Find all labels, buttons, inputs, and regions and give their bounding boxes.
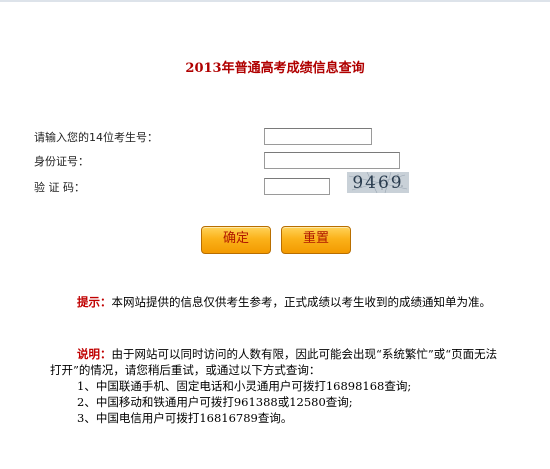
exam-number-label: 请输入您的14位考生号： [34, 131, 158, 144]
list-item: 2、中国移动和铁通用户可拨打961388或12580查询; [77, 395, 353, 409]
list-item: 1、中国联通手机、固定电话和小灵通用户可拨打16898168查询; [77, 379, 412, 393]
reset-button[interactable]: 重置 [281, 226, 351, 254]
captcha-code-text: 9469 [352, 173, 404, 193]
verify-code-label: 验 证 码： [34, 181, 85, 194]
contact-list: 1、中国联通手机、固定电话和小灵通用户可拨打16898168查询; 2、中国移动… [77, 378, 507, 426]
explain-paragraph: 说明：由于网站可以同时访问的人数有限，因此可能会出现“系统繁忙”或“页面无法打开… [50, 346, 500, 378]
explain-label: 说明： [77, 347, 112, 361]
verify-code-input[interactable] [264, 178, 330, 195]
submit-button[interactable]: 确定 [201, 226, 271, 254]
exam-number-input[interactable] [264, 128, 372, 145]
tip-text: 本网站提供的信息仅供考生参考，正式成绩以考生收到的成绩通知单为准。 [111, 295, 492, 309]
id-number-input[interactable] [264, 152, 400, 169]
tip-paragraph: 提示：本网站提供的信息仅供考生参考，正式成绩以考生收到的成绩通知单为准。 [50, 294, 500, 310]
top-border-line [0, 0, 550, 2]
captcha-image[interactable]: 9469 [347, 172, 409, 193]
id-number-label: 身份证号： [34, 155, 89, 168]
page-title: 2013年普通高考成绩信息查询 [185, 61, 365, 76]
explain-text: 由于网站可以同时访问的人数有限，因此可能会出现“系统繁忙”或“页面无法打开”的情… [50, 347, 498, 377]
tip-label: 提示： [77, 295, 112, 309]
list-item: 3、中国电信用户可拨打16816789查询。 [77, 411, 293, 425]
